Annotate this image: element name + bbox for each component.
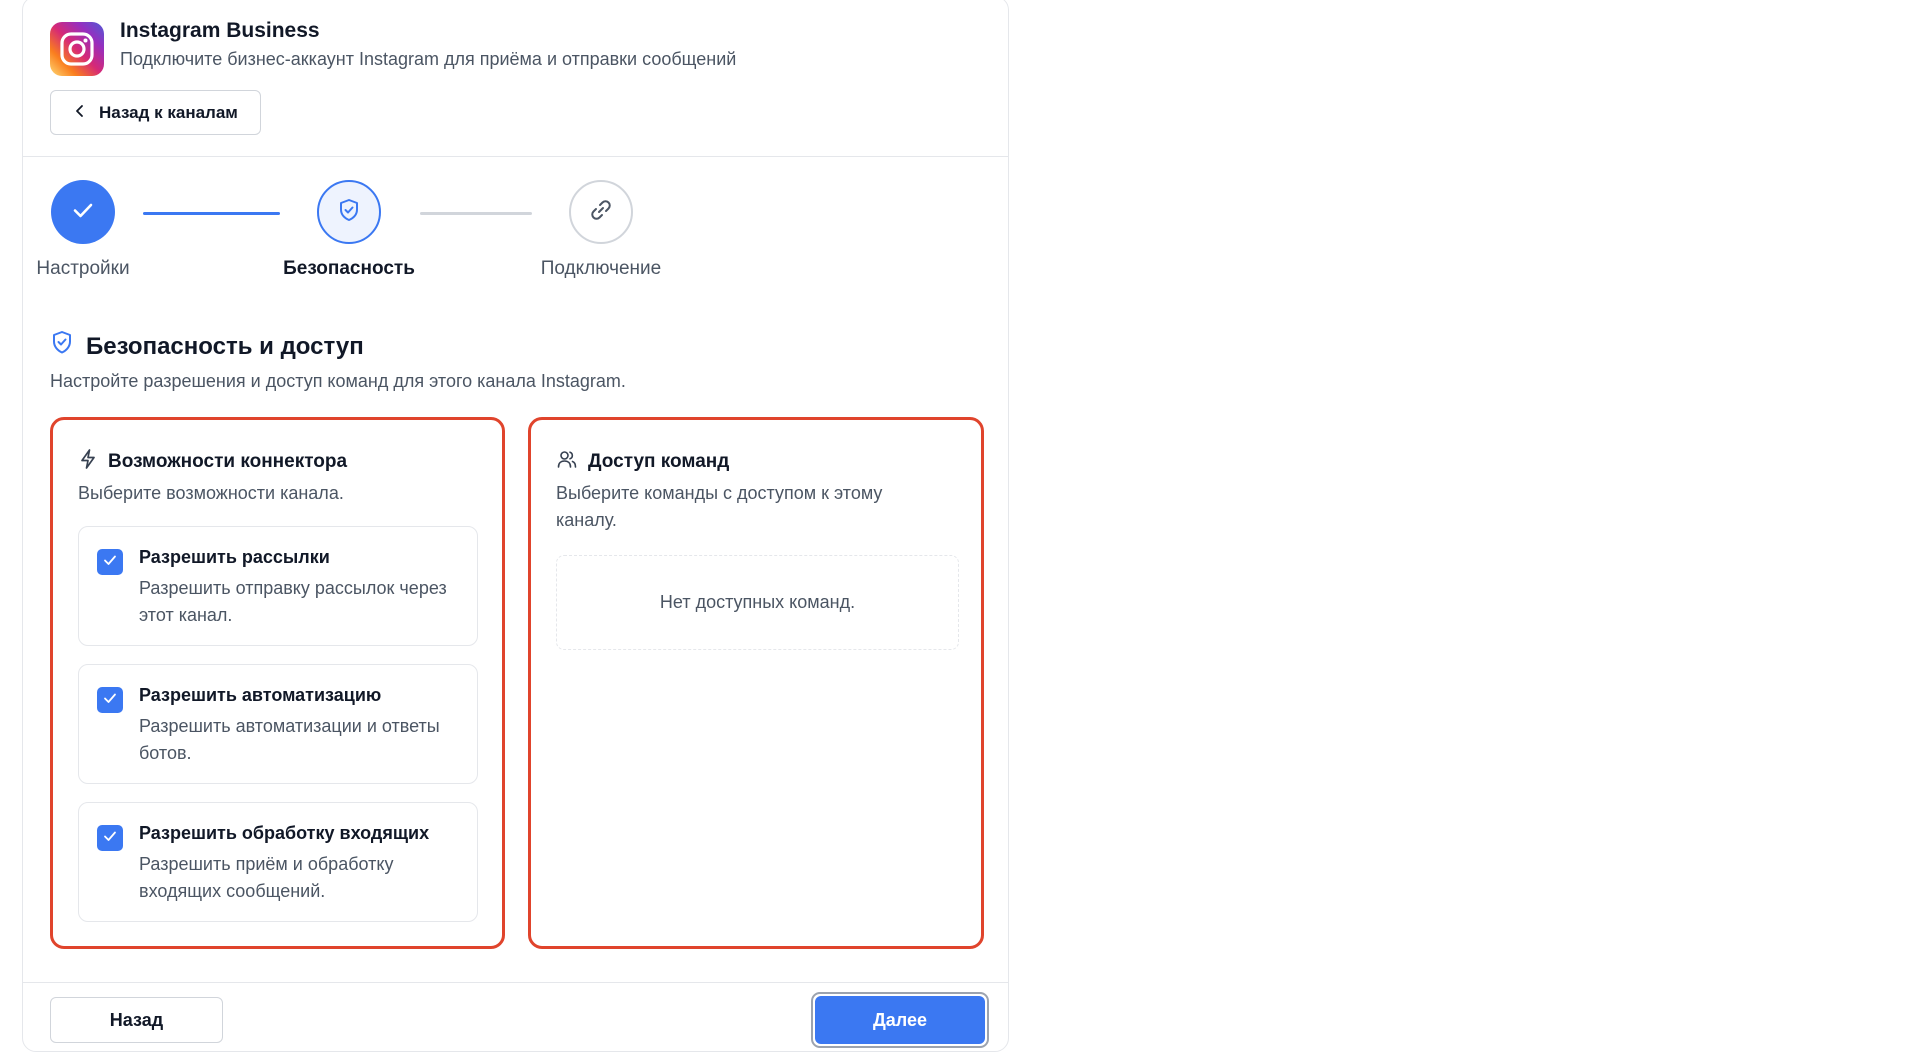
option-title: Разрешить обработку входящих <box>139 823 430 843</box>
section-description: Настройте разрешения и доступ команд для… <box>50 371 626 391</box>
step-connection: Подключение <box>511 180 691 280</box>
section-heading: Безопасность и доступ <box>50 330 364 363</box>
team-access-panel: Доступ команд Выберите команды с доступо… <box>528 417 984 949</box>
lightning-icon <box>78 448 98 476</box>
capabilities-title: Возможности коннектора <box>108 451 348 472</box>
option-title: Разрешить автоматизацию <box>139 685 382 705</box>
link-icon <box>587 196 615 229</box>
team-access-title: Доступ команд <box>588 451 730 472</box>
step-connection-circle <box>569 180 633 244</box>
option-allow-automation[interactable]: Разрешить автоматизацию Разрешить автома… <box>78 664 478 784</box>
page-title: Instagram Business <box>120 19 320 42</box>
option-title: Разрешить рассылки <box>139 547 330 567</box>
option-allow-broadcasts[interactable]: Разрешить рассылки Разрешить отправку ра… <box>78 526 478 646</box>
option-allow-inbound[interactable]: Разрешить обработку входящих Разрешить п… <box>78 802 478 922</box>
inbound-checkbox[interactable] <box>97 825 123 851</box>
step-settings: Настройки <box>0 180 173 280</box>
connector-capabilities-panel: Возможности коннектора Выберите возможно… <box>50 417 505 949</box>
back-button[interactable]: Назад <box>50 997 223 1043</box>
back-to-channels-label: Назад к каналам <box>99 102 238 122</box>
shield-icon <box>336 197 362 228</box>
check-icon <box>70 197 96 228</box>
page-subtitle: Подключите бизнес-аккаунт Instagram для … <box>120 49 737 69</box>
step-settings-circle <box>51 180 115 244</box>
chevron-left-icon <box>73 103 87 123</box>
option-description: Разрешить автоматизации и ответы ботов. <box>139 716 440 763</box>
step-settings-label: Настройки <box>36 258 130 279</box>
stepper: Настройки Безопасность Подключение <box>23 180 1008 290</box>
users-icon <box>556 448 578 476</box>
check-icon <box>102 552 118 573</box>
step-security-circle <box>317 180 381 244</box>
option-description: Разрешить приём и обработку входящих соо… <box>139 854 394 901</box>
card-header: Instagram Business Подключите бизнес-акк… <box>23 0 1008 157</box>
check-icon <box>102 690 118 711</box>
step-security-label: Безопасность <box>283 258 415 279</box>
shield-icon <box>50 330 74 363</box>
option-description: Разрешить отправку рассылок через этот к… <box>139 578 447 625</box>
step-connection-label: Подключение <box>540 258 662 279</box>
empty-teams-message: Нет доступных команд. <box>556 555 959 650</box>
next-button-focus-ring: Далее <box>811 992 989 1048</box>
step-security: Безопасность <box>259 180 439 280</box>
broadcasts-checkbox[interactable] <box>97 549 123 575</box>
automation-checkbox[interactable] <box>97 687 123 713</box>
instagram-logo-icon <box>50 22 104 76</box>
team-access-description: Выберите команды с доступом к этому кана… <box>556 483 883 530</box>
capabilities-description: Выберите возможности канала. <box>78 483 344 503</box>
card-footer: Назад Далее <box>23 982 1008 1062</box>
channel-setup-card: Instagram Business Подключите бизнес-акк… <box>22 0 1009 1052</box>
capabilities-heading: Возможности коннектора <box>78 448 347 476</box>
check-icon <box>102 828 118 849</box>
next-button[interactable]: Далее <box>815 996 985 1044</box>
back-to-channels-button[interactable]: Назад к каналам <box>50 90 261 135</box>
team-access-heading: Доступ команд <box>556 448 729 476</box>
section-title: Безопасность и доступ <box>86 332 364 360</box>
